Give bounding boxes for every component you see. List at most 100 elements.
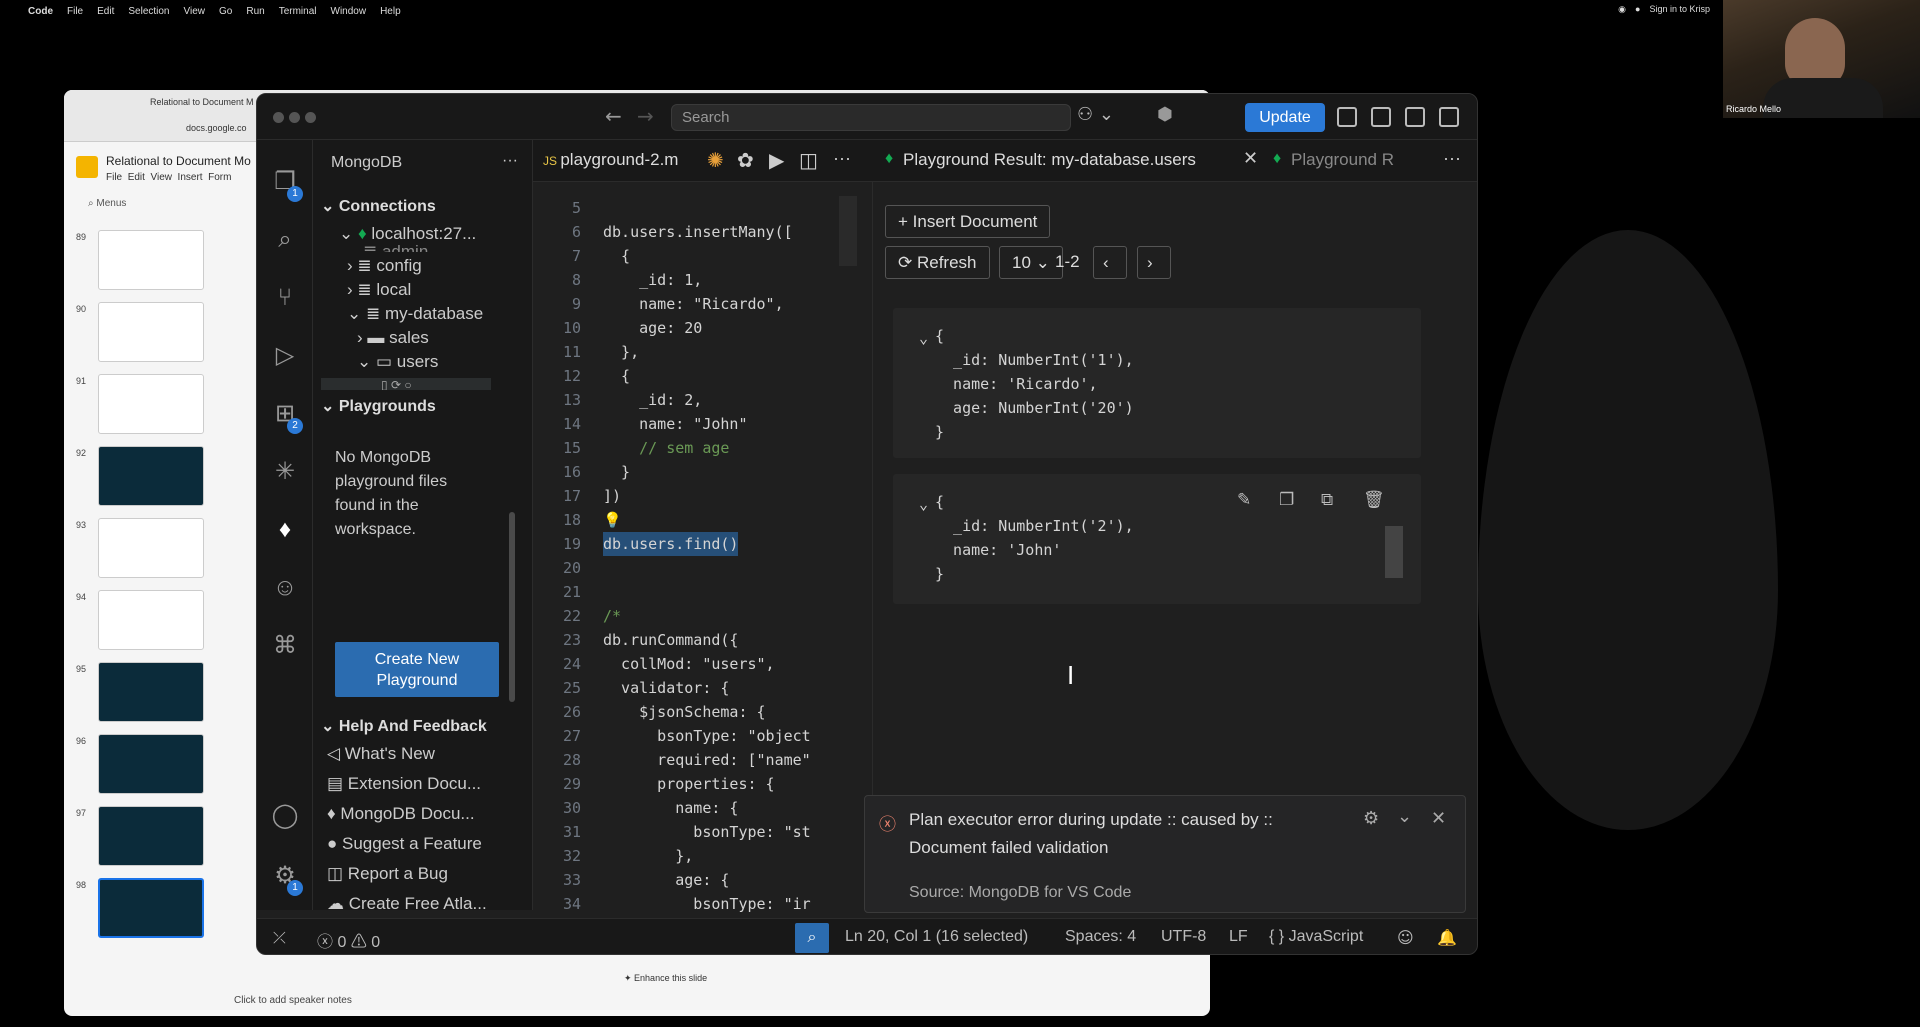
create-playground-button[interactable]: Create New Playground: [335, 642, 499, 697]
lightbulb-icon[interactable]: 💡: [603, 508, 622, 532]
window-zoom-button[interactable]: [305, 112, 316, 123]
run-debug-icon[interactable]: ▷: [271, 342, 299, 370]
editor-tab-playground[interactable]: JS playground-2.m: [543, 150, 678, 170]
edit-pencil-icon[interactable]: ✎: [1237, 488, 1251, 512]
delete-trash-icon[interactable]: 🗑: [1363, 488, 1385, 512]
copilot-agent-icon[interactable]: ☺: [271, 574, 299, 602]
slide-thumb[interactable]: 90: [76, 302, 226, 362]
customize-layout-icon[interactable]: [1337, 107, 1357, 127]
browser-url[interactable]: docs.google.co: [186, 123, 247, 133]
help-whats-new[interactable]: ◁ What's New: [327, 744, 435, 764]
code-line[interactable]: name: "John": [603, 412, 747, 436]
back-arrow-icon[interactable]: ←: [605, 104, 622, 128]
code-line[interactable]: }: [603, 460, 630, 484]
code-line[interactable]: name: {: [603, 796, 738, 820]
insert-document-button[interactable]: + Insert Document: [885, 205, 1051, 238]
forward-arrow-icon[interactable]: →: [637, 104, 654, 128]
menu-window[interactable]: Window: [331, 6, 367, 17]
tree-item-sales[interactable]: › ▬ sales: [357, 328, 429, 348]
code-line[interactable]: name: "Ricardo",: [603, 292, 784, 316]
slide-thumb[interactable]: 97: [76, 806, 226, 866]
ai-assistant-icon[interactable]: ✳: [271, 458, 299, 486]
slides-menu-insert[interactable]: Insert: [178, 172, 203, 183]
zoom-icon[interactable]: ⌕: [795, 923, 829, 953]
result-document-1[interactable]: ⌄ { _id: NumberInt('1'), name: 'Ricardo'…: [893, 308, 1421, 458]
code-line[interactable]: },: [603, 340, 639, 364]
source-control-icon[interactable]: ⑂: [271, 284, 299, 312]
notification-collapse-chevron-icon[interactable]: ⌄: [1397, 806, 1412, 827]
tree-item-users[interactable]: ⌄ ▭ users: [357, 352, 438, 372]
notifications-bell-icon[interactable]: 🔔: [1437, 928, 1457, 947]
tree-item-users-actions[interactable]: ▯ ⟳ ○: [321, 378, 491, 390]
end-of-line[interactable]: LF: [1229, 928, 1248, 946]
code-line[interactable]: _id: 1,: [603, 268, 702, 292]
code-line[interactable]: $jsonSchema: {: [603, 700, 765, 724]
slide-thumb[interactable]: 93: [76, 518, 226, 578]
code-line[interactable]: // sem age: [603, 436, 729, 460]
playgrounds-section[interactable]: ⌄ Playgrounds: [321, 396, 436, 416]
update-button[interactable]: Update: [1245, 103, 1325, 132]
slide-thumb[interactable]: 94: [76, 590, 226, 650]
accounts-icon[interactable]: ◯: [271, 802, 299, 830]
window-minimize-button[interactable]: [289, 112, 300, 123]
page-size-select[interactable]: 10 ⌄: [999, 246, 1063, 279]
copilot-status-icon[interactable]: ☺: [1397, 928, 1414, 947]
code-line[interactable]: bsonType: "ir: [603, 892, 810, 916]
code-line[interactable]: _id: 2,: [603, 388, 702, 412]
menu-view[interactable]: View: [184, 6, 206, 17]
code-line[interactable]: collMod: "users",: [603, 652, 775, 676]
code-line[interactable]: properties: {: [603, 772, 774, 796]
mongodb-leaf-icon[interactable]: ♦: [271, 516, 299, 544]
menu-go[interactable]: Go: [219, 6, 232, 17]
code-line[interactable]: validator: {: [603, 676, 729, 700]
tree-item-admin[interactable]: ≣ admin: [363, 242, 428, 252]
toggle-sidebar-icon[interactable]: [1371, 107, 1391, 127]
slide-thumb[interactable]: 92: [76, 446, 226, 506]
code-line[interactable]: age: 20: [603, 316, 702, 340]
result-more-icon[interactable]: ···: [1443, 148, 1461, 169]
copilot-chat-icon[interactable]: ⚇ ⌄: [1077, 104, 1114, 125]
next-page-button[interactable]: ›: [1137, 246, 1171, 279]
code-line[interactable]: db.users.insertMany([: [603, 220, 793, 244]
connections-section[interactable]: ⌄ Connections: [321, 196, 436, 216]
help-extension-docs[interactable]: ▤ Extension Docu...: [327, 774, 481, 794]
record-icon[interactable]: ●: [1635, 4, 1640, 15]
browser-tab-title[interactable]: Relational to Document M: [150, 97, 254, 107]
slides-menu-view[interactable]: View: [150, 172, 172, 183]
language-mode[interactable]: { } JavaScript: [1269, 928, 1363, 946]
code-line[interactable]: age: {: [603, 868, 729, 892]
tree-item-config[interactable]: › ≣ config: [347, 256, 422, 276]
code-line[interactable]: {: [603, 364, 630, 388]
slide-thumb[interactable]: 98: [76, 878, 226, 938]
doc-scroll-thumb[interactable]: [1385, 526, 1403, 578]
slide-thumb[interactable]: 95: [76, 662, 226, 722]
slides-menu-format[interactable]: Form: [208, 172, 231, 183]
slide-thumb[interactable]: 91: [76, 374, 226, 434]
more-actions-icon[interactable]: ···: [502, 152, 518, 170]
tree-item-my-database[interactable]: ⌄ ≣ my-database: [347, 304, 483, 324]
result-tab-active[interactable]: Playground Result: my-database.users: [903, 150, 1196, 170]
krisp-signin[interactable]: Sign in to Krisp: [1649, 4, 1710, 15]
code-line[interactable]: db.runCommand({: [603, 628, 738, 652]
wifi-icon[interactable]: ◉: [1618, 4, 1626, 15]
encoding[interactable]: UTF-8: [1161, 928, 1206, 946]
help-create-atlas[interactable]: ☁ Create Free Atla...: [327, 894, 487, 910]
help-suggest-feature[interactable]: ● Suggest a Feature: [327, 834, 482, 854]
code-line[interactable]: ]): [603, 484, 621, 508]
help-report-bug[interactable]: ◫ Report a Bug: [327, 864, 448, 884]
clone-icon[interactable]: ⧉: [1321, 488, 1333, 512]
slide-thumb[interactable]: 89: [76, 230, 226, 290]
enhance-slide-chip[interactable]: ✦ Enhance this slide: [624, 973, 707, 984]
refresh-button[interactable]: ⟳ Refresh: [885, 246, 990, 279]
close-icon[interactable]: ✕: [1243, 148, 1258, 169]
tree-item-local[interactable]: › ≣ local: [347, 280, 411, 300]
openai-icon[interactable]: ✿: [737, 148, 754, 172]
code-line[interactable]: },: [603, 844, 693, 868]
sidebar-scrollbar[interactable]: [509, 512, 515, 702]
slide-thumb[interactable]: 96: [76, 734, 226, 794]
toggle-panel-icon[interactable]: [1405, 107, 1425, 127]
indentation[interactable]: Spaces: 4: [1065, 928, 1136, 946]
slides-menu-edit[interactable]: Edit: [128, 172, 145, 183]
command-center-search[interactable]: Search: [671, 104, 1071, 131]
slides-menu-file[interactable]: File: [106, 172, 122, 183]
